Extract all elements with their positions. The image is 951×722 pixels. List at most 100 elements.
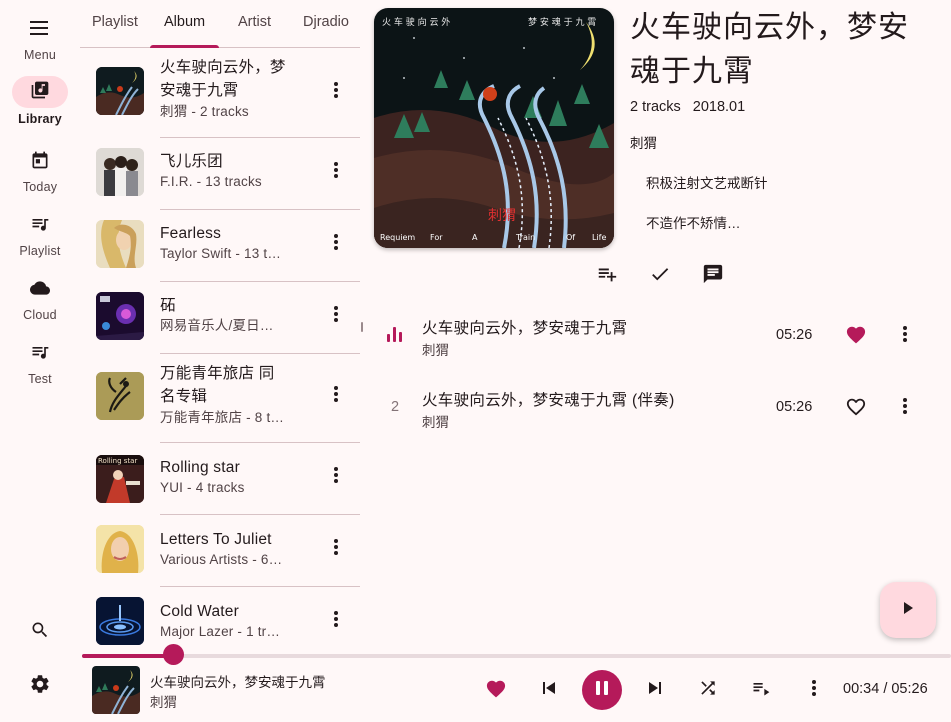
play-icon xyxy=(901,601,915,620)
album-description: 不造作不矫情… xyxy=(646,216,741,231)
equalizer-icon xyxy=(386,327,404,346)
tab-album[interactable]: Album xyxy=(164,14,205,30)
album-text: 飞儿乐团 F.I.R. - 13 tracks xyxy=(160,150,310,191)
more-button[interactable] xyxy=(324,80,348,104)
album-subtitle: Taylor Swift - 13 t… xyxy=(160,246,282,261)
rail-indicator xyxy=(12,76,68,108)
tab-playlist[interactable]: Playlist xyxy=(92,14,138,30)
album-list-panel: Playlist Album Artist Djradio 火车驶向云外，梦 安… xyxy=(80,0,360,648)
like-button[interactable] xyxy=(844,396,868,420)
pane-resize-handle[interactable] xyxy=(361,322,363,332)
rail-item-playlist[interactable]: Playlist xyxy=(0,208,80,258)
track-more-button[interactable] xyxy=(893,324,917,348)
album-subtitle: 刺猬 - 2 tracks xyxy=(160,104,249,119)
track-title: 火车驶向云外，梦安魂于九霄 xyxy=(422,320,628,337)
album-artist-link[interactable]: 刺猬 xyxy=(630,132,657,152)
shuffle-button[interactable] xyxy=(696,678,720,702)
queue-icon xyxy=(751,678,771,703)
menu-label: Menu xyxy=(23,48,57,62)
settings-button[interactable] xyxy=(24,670,56,702)
album-text: Rolling star YUI - 4 tracks xyxy=(160,456,310,497)
tab-indicator xyxy=(150,45,219,48)
track-artist: 刺猬 xyxy=(422,415,449,430)
next-button[interactable] xyxy=(643,678,667,702)
cover-caption: Of xyxy=(566,233,575,242)
menu-button[interactable]: Menu xyxy=(0,16,80,62)
more-button[interactable] xyxy=(324,537,348,561)
album-list-item[interactable]: 砳 网易音乐人/夏日… xyxy=(80,282,360,354)
album-list-item[interactable]: Cold Water Major Lazer - 1 tr… xyxy=(80,587,360,648)
now-playing-cover[interactable] xyxy=(92,666,140,714)
svg-text:Rolling star: Rolling star xyxy=(98,457,137,465)
more-vert-icon xyxy=(334,81,338,103)
track-row[interactable]: 2 火车驶向云外，梦安魂于九霄 (伴奏) 刺猬 05:26 xyxy=(374,374,934,438)
like-button[interactable] xyxy=(484,678,508,702)
now-playing-artist[interactable]: 刺猬 xyxy=(150,691,177,711)
shuffle-icon xyxy=(698,678,718,703)
track-row[interactable]: 火车驶向云外，梦安魂于九霄 刺猬 05:26 xyxy=(374,302,934,366)
more-button[interactable] xyxy=(324,304,348,328)
more-vert-icon xyxy=(812,679,816,701)
album-subtitle: 网易音乐人/夏日… xyxy=(160,318,274,333)
album-list-item[interactable]: 万能青年旅店 同 名专辑 万能青年旅店 - 8 t… xyxy=(80,354,360,442)
like-button[interactable] xyxy=(844,324,868,348)
more-button[interactable] xyxy=(324,160,348,184)
more-vert-icon xyxy=(334,466,338,488)
more-vert-icon xyxy=(334,610,338,632)
subscribe-button[interactable] xyxy=(648,264,672,288)
track-more-button[interactable] xyxy=(893,396,917,420)
play-all-fab[interactable] xyxy=(880,582,936,638)
pause-button[interactable] xyxy=(582,670,622,710)
album-cover xyxy=(96,597,144,645)
progress-slider[interactable] xyxy=(82,654,951,658)
album-title: Cold Water xyxy=(160,603,239,620)
check-icon xyxy=(649,263,671,290)
playlist-icon xyxy=(12,208,68,240)
search-button[interactable] xyxy=(24,616,56,648)
tab-artist[interactable]: Artist xyxy=(238,14,271,30)
album-list-item[interactable]: Fearless Taylor Swift - 13 t… xyxy=(80,210,360,282)
album-cover: Rolling star xyxy=(96,455,144,503)
navigation-rail: Menu Library Today Playlist Cloud Test xyxy=(0,0,80,722)
now-playing-title[interactable]: 火车驶向云外，梦安魂于九霄 xyxy=(150,671,326,691)
album-title: 砳 xyxy=(160,297,176,314)
comment-icon xyxy=(702,263,724,290)
cover-caption: Requiem xyxy=(380,233,415,242)
more-vert-icon xyxy=(334,305,338,327)
more-vert-icon xyxy=(334,385,338,407)
queue-button[interactable] xyxy=(749,678,773,702)
rail-item-test[interactable]: Test xyxy=(0,336,80,386)
album-title: Letters To Juliet xyxy=(160,531,272,548)
rail-item-library[interactable]: Library xyxy=(0,76,80,126)
album-list-item[interactable]: Letters To Juliet Various Artists - 6… xyxy=(80,515,360,587)
rail-item-today[interactable]: Today xyxy=(0,144,80,194)
album-cover xyxy=(96,67,144,115)
tab-djradio[interactable]: Djradio xyxy=(303,14,349,30)
more-button[interactable] xyxy=(324,384,348,408)
album-cover xyxy=(96,220,144,268)
more-button[interactable] xyxy=(324,465,348,489)
album-title: 万能青年旅店 同 xyxy=(160,365,275,382)
comments-button[interactable] xyxy=(701,264,725,288)
album-subtitle: YUI - 4 tracks xyxy=(160,480,245,495)
album-title: Rolling star xyxy=(160,459,240,476)
album-text: 万能青年旅店 同 名专辑 万能青年旅店 - 8 t… xyxy=(160,362,310,427)
track-duration: 05:26 xyxy=(776,327,813,343)
more-button[interactable] xyxy=(324,609,348,633)
menu-icon xyxy=(0,16,80,40)
album-detail-title-line: 火车驶向云外，梦安 xyxy=(630,11,909,44)
rail-label-cloud: Cloud xyxy=(23,308,57,322)
more-button[interactable] xyxy=(324,232,348,256)
release-date: 2018.01 xyxy=(692,99,746,115)
settings-icon xyxy=(29,673,51,700)
player-more-button[interactable] xyxy=(802,678,826,702)
cover-seal: 刺猬 xyxy=(488,208,516,224)
previous-button[interactable] xyxy=(537,678,561,702)
rail-item-cloud[interactable]: Cloud xyxy=(0,272,80,322)
track-count: 2 tracks xyxy=(630,99,681,115)
progress-thumb[interactable] xyxy=(163,644,184,665)
album-list-item[interactable]: 火车驶向云外，梦 安魂于九霄 刺猬 - 2 tracks xyxy=(80,56,360,138)
album-list-item[interactable]: 飞儿乐团 F.I.R. - 13 tracks xyxy=(80,138,360,210)
add-to-playlist-button[interactable] xyxy=(595,264,619,288)
album-list-item[interactable]: Rolling star Rolling star YUI - 4 tracks xyxy=(80,443,360,515)
